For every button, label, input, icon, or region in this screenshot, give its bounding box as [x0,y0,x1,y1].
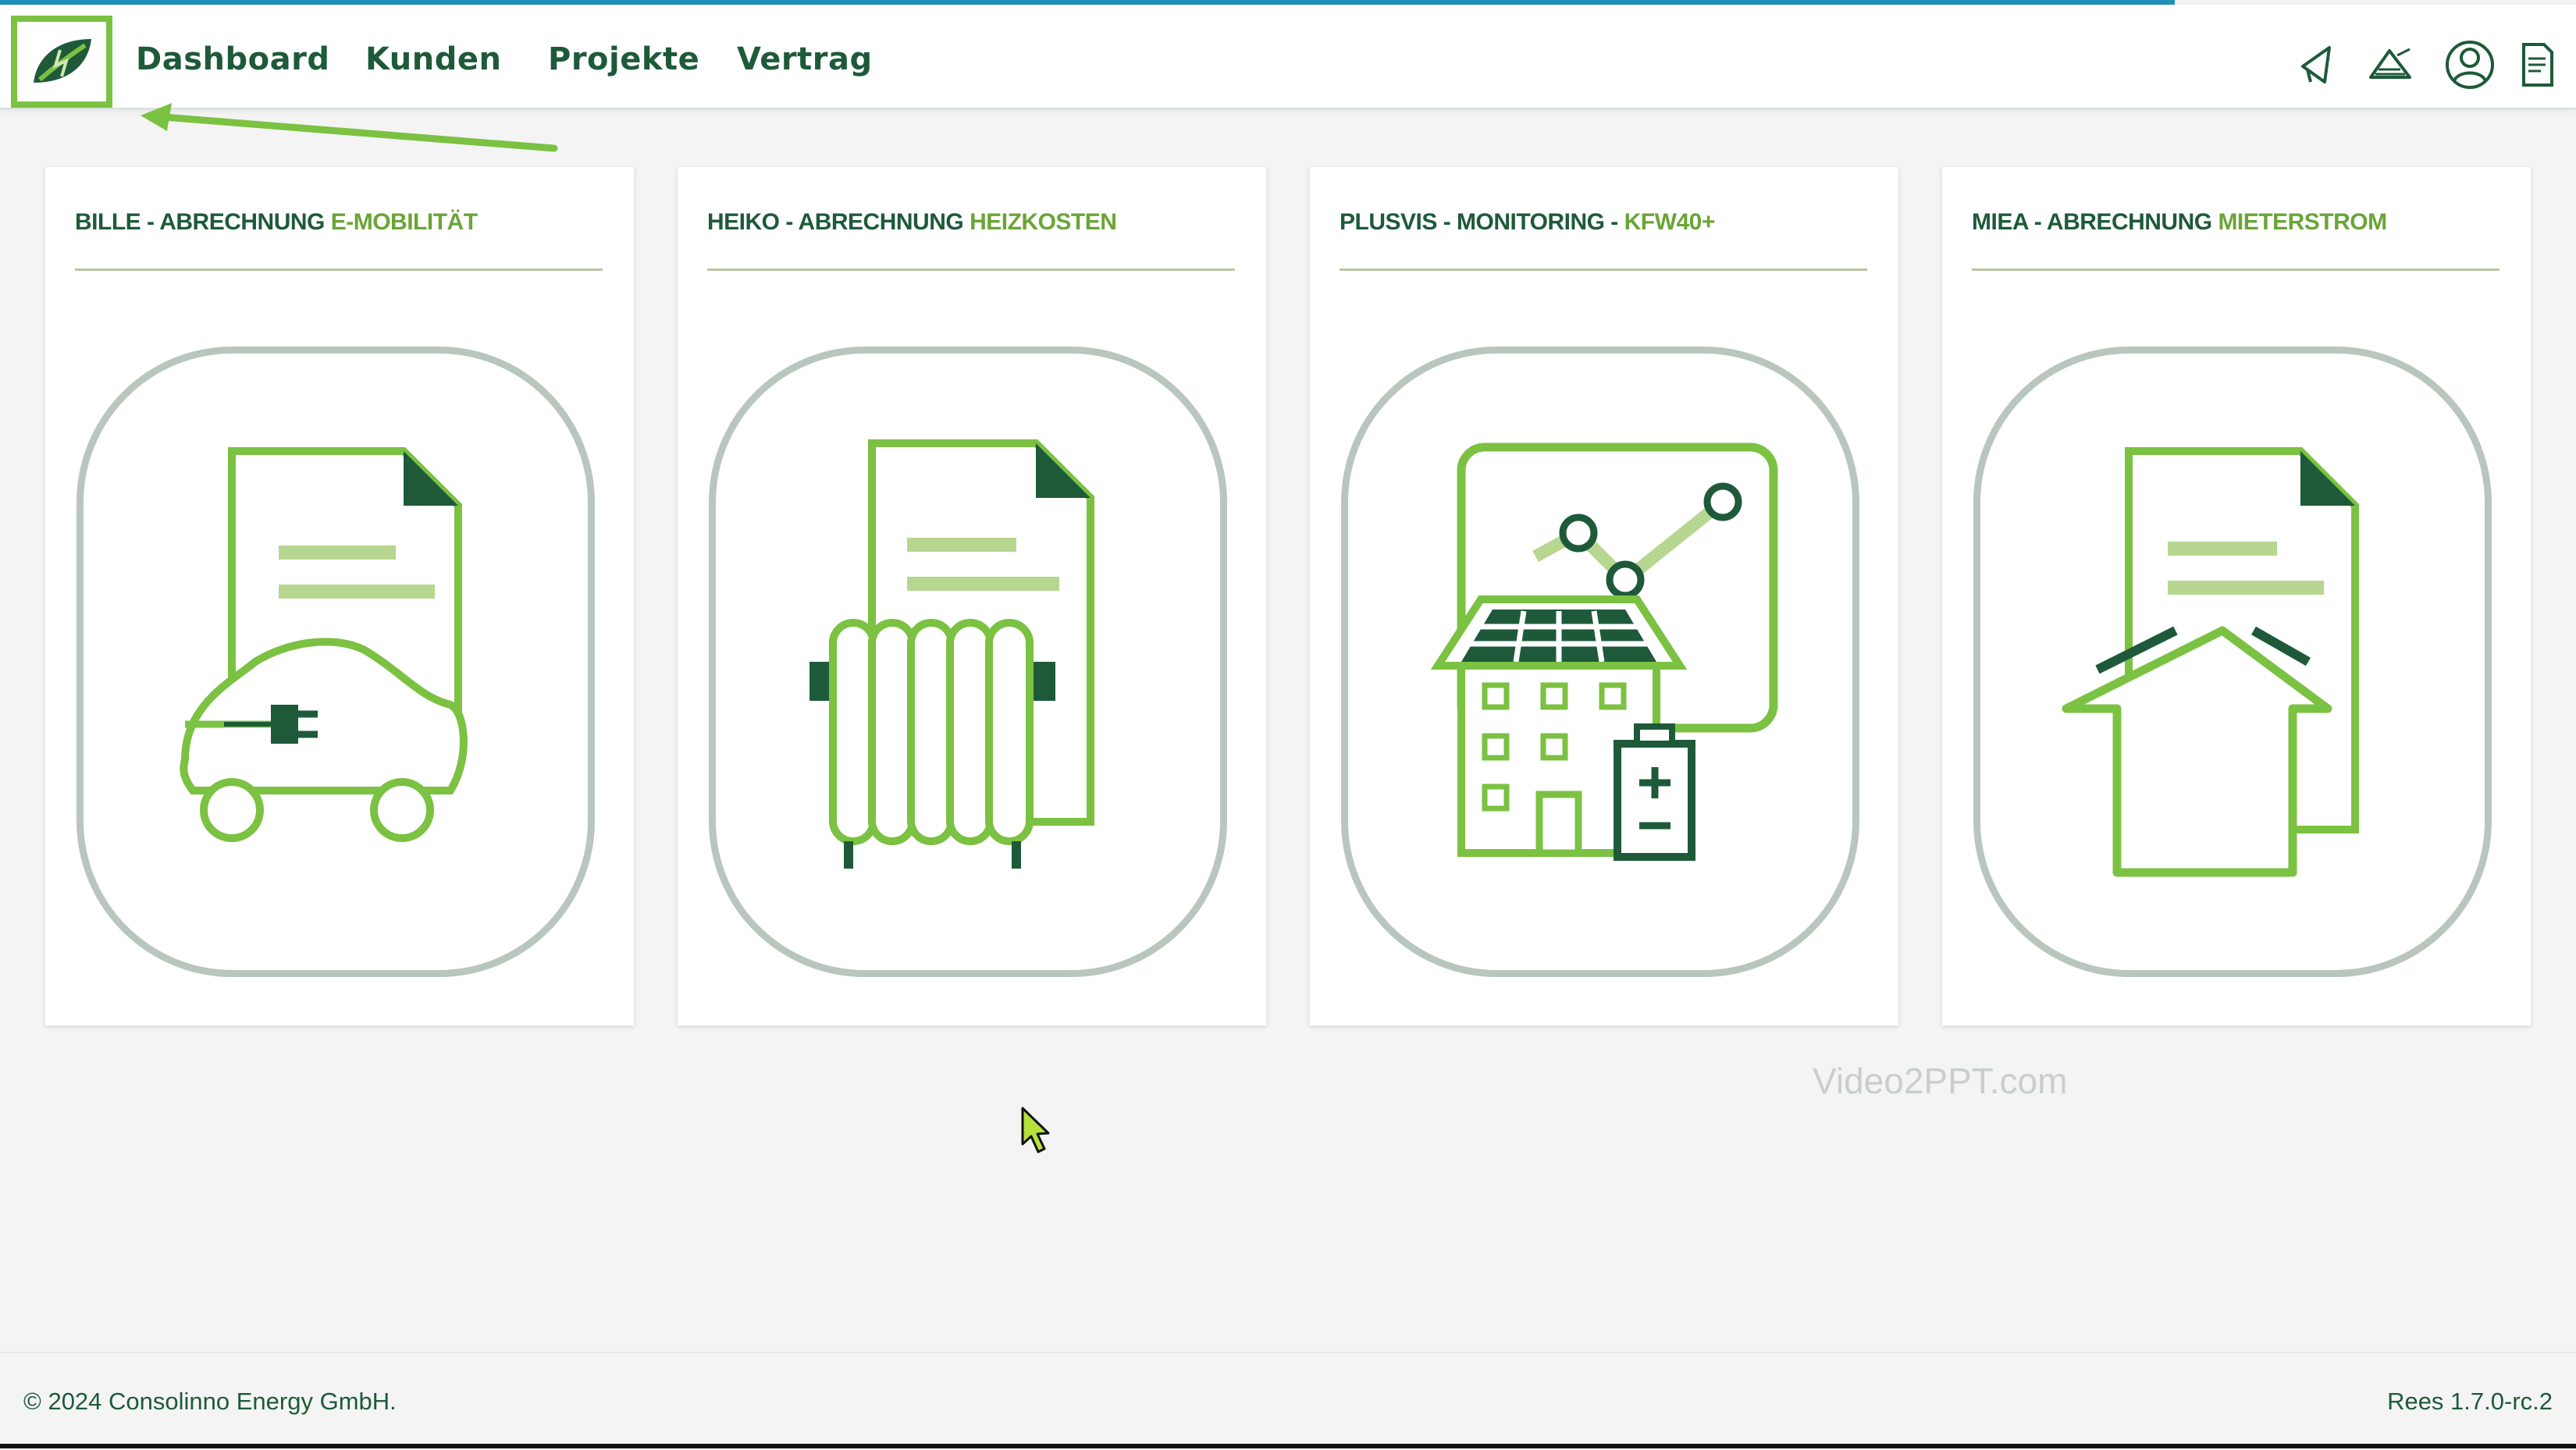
card-title-prefix: BILLE - ABRECHNUNG [75,209,331,235]
leaf-logo-icon [34,39,91,83]
house-document-icon [2062,447,2359,877]
card-title-highlight: E-MOBILITÄT [330,209,478,235]
solar-house-monitoring-icon [1430,442,1778,861]
card-title: BILLE - ABRECHNUNG E-MOBILITÄT [75,209,603,254]
card-miea-mieterstrom[interactable]: MIEA - ABRECHNUNG MIETERSTROM [1942,167,2531,1025]
ev-car-document-icon [180,447,468,842]
card-illustration-frame [1973,347,2492,977]
nav-projekte[interactable]: Projekte [548,36,699,83]
card-divider [1340,268,1867,271]
card-title-prefix: HEIKO - ABRECHNUNG [707,209,970,235]
home-logo-button[interactable] [11,16,112,108]
card-divider [1972,268,2500,271]
card-title: PLUSVIS - MONITORING - KFW40+ [1340,209,1867,254]
annotation-arrow [141,103,558,152]
megaphone-icon[interactable] [2289,34,2345,95]
radiator-document-icon [809,439,1094,869]
card-divider [75,268,603,271]
card-plusvis-kfw40[interactable]: PLUSVIS - MONITORING - KFW40+ [1310,167,1898,1025]
broadcast-icon[interactable] [2362,34,2418,95]
card-title-highlight: MIETERSTROM [2218,209,2387,235]
mouse-cursor-icon [1021,1107,1050,1153]
card-divider [707,268,1235,271]
bottom-border [0,1444,2576,1448]
card-title-highlight: HEIZKOSTEN [970,209,1117,235]
card-illustration-frame [709,347,1227,977]
card-bille-e-mobilitaet[interactable]: BILLE - ABRECHNUNG E-MOBILITÄT [45,167,634,1025]
card-title-prefix: MIEA - ABRECHNUNG [1972,209,2218,235]
document-icon[interactable] [2509,34,2565,95]
card-illustration-frame [76,347,595,977]
nav-dashboard[interactable]: Dashboard [136,36,329,83]
card-title: MIEA - ABRECHNUNG MIETERSTROM [1972,209,2500,254]
card-title-highlight: KFW40+ [1624,209,1716,235]
nav-vertrag[interactable]: Vertrag [737,36,873,83]
version-text: Rees 1.7.0-rc.2 [2387,1388,2553,1415]
top-navigation-bar: Dashboard Kunden Projekte Vertrag [0,5,2576,109]
nav-kunden[interactable]: Kunden [365,36,501,83]
footer: © 2024 Consolinno Energy GmbH. Rees 1.7.… [0,1352,2576,1450]
copyright-text: © 2024 Consolinno Energy GmbH. [23,1388,397,1415]
card-heiko-heizkosten[interactable]: HEIKO - ABRECHNUNG HEIZKOSTEN [678,167,1266,1025]
watermark: Video2PPT.com [1813,1061,2068,1101]
card-title-prefix: PLUSVIS - MONITORING - [1340,209,1624,235]
card-title: HEIKO - ABRECHNUNG HEIZKOSTEN [707,209,1235,254]
card-illustration-frame [1341,347,1859,977]
user-profile-icon[interactable] [2442,34,2498,95]
